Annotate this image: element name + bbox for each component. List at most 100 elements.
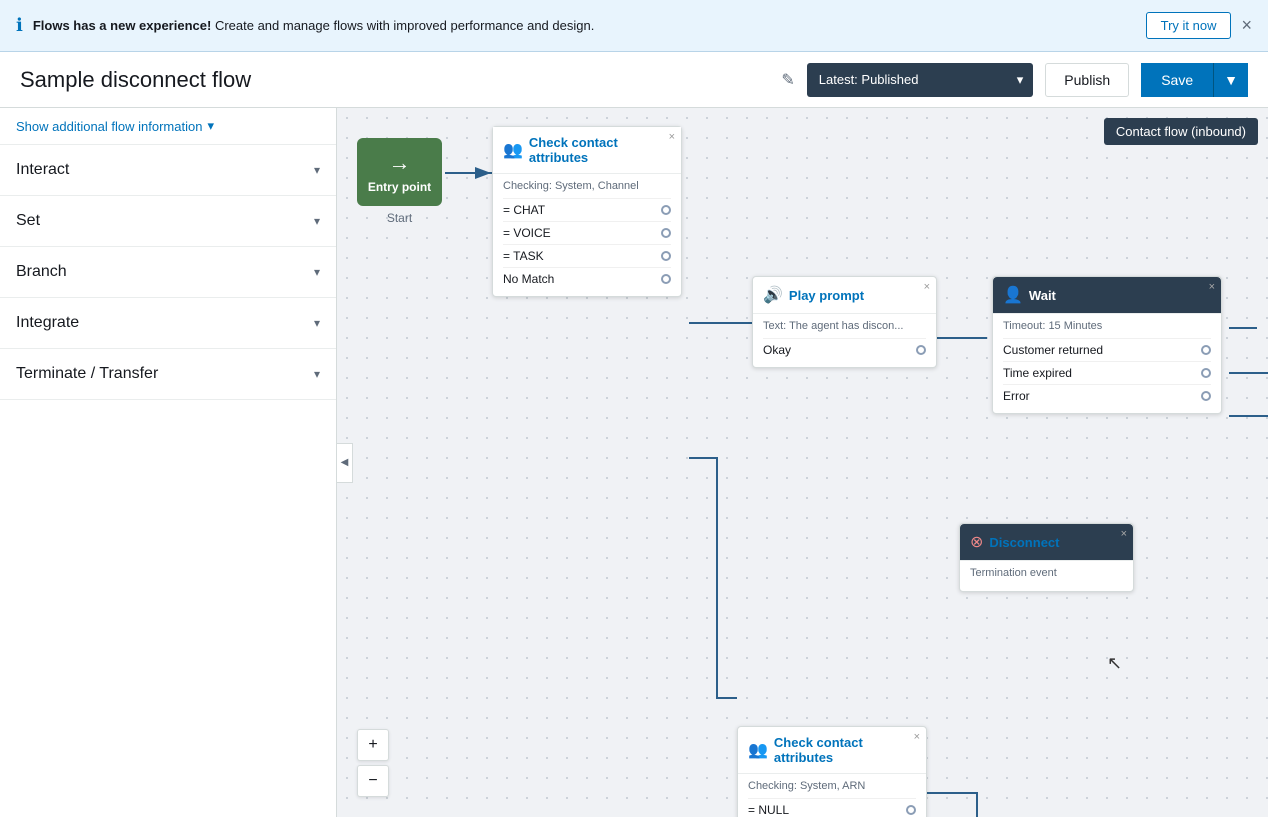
time-expired-connector: [1201, 368, 1211, 378]
integrate-chevron-icon: ▾: [314, 316, 320, 330]
disconnect-subtitle: Termination event: [970, 567, 1123, 579]
version-dropdown-arrow: ▾: [1007, 72, 1034, 88]
entry-point-node[interactable]: → Entry point Start: [357, 138, 442, 225]
publish-button[interactable]: Publish: [1045, 63, 1129, 97]
check-contact-chat-row: = CHAT: [503, 198, 671, 221]
sidebar-branch-label: Branch: [16, 263, 67, 281]
sidebar-integrate-header[interactable]: Integrate ▾: [0, 298, 336, 348]
sidebar-collapse-button[interactable]: ◀: [337, 443, 353, 483]
disconnect-node[interactable]: ⊗ Disconnect × Termination event: [959, 523, 1134, 592]
play-prompt-close[interactable]: ×: [924, 281, 930, 293]
voice-connector: [661, 228, 671, 238]
okay-connector: [916, 345, 926, 355]
save-button-group: Save ▼: [1141, 63, 1248, 97]
branch-chevron-icon: ▾: [314, 265, 320, 279]
customer-returned-connector: [1201, 345, 1211, 355]
sidebar-terminate-header[interactable]: Terminate / Transfer ▾: [0, 349, 336, 399]
sidebar-integrate-label: Integrate: [16, 314, 79, 332]
check-contact-2-node[interactable]: 👥 Check contact attributes × Checking: S…: [737, 726, 927, 817]
time-expired-label: Time expired: [1003, 366, 1072, 380]
task-label: = TASK: [503, 249, 544, 263]
zoom-in-button[interactable]: +: [357, 729, 389, 761]
sidebar-set-label: Set: [16, 212, 40, 230]
check-contact-1-subtitle: Checking: System, Channel: [503, 180, 671, 192]
terminate-chevron-icon: ▾: [314, 367, 320, 381]
check-contact-2-icon: 👥: [748, 740, 768, 760]
check-contact-voice-row: = VOICE: [503, 221, 671, 244]
okay-label: Okay: [763, 343, 791, 357]
contact-flow-label: Contact flow (inbound): [1104, 118, 1258, 145]
wait-close[interactable]: ×: [1209, 281, 1215, 293]
sidebar-section-set: Set ▾: [0, 196, 336, 247]
sidebar-terminate-label: Terminate / Transfer: [16, 365, 158, 383]
wait-subtitle: Timeout: 15 Minutes: [1003, 320, 1211, 332]
check-contact-1-icon: 👥: [503, 140, 523, 160]
disconnect-title: Disconnect: [989, 535, 1059, 550]
cursor-indicator: ↖: [1107, 653, 1122, 674]
play-prompt-okay-row: Okay: [763, 338, 926, 361]
wait-icon: 👤: [1003, 285, 1023, 305]
null-label: = NULL: [748, 803, 789, 817]
interact-chevron-icon: ▾: [314, 163, 320, 177]
disconnect-body: Termination event: [960, 561, 1133, 591]
play-prompt-subtitle: Text: The agent has discon...: [763, 320, 926, 332]
save-dropdown-button[interactable]: ▼: [1214, 63, 1248, 97]
banner-close-button[interactable]: ×: [1241, 15, 1252, 36]
edit-title-icon[interactable]: ✎: [781, 70, 794, 90]
page-title: Sample disconnect flow: [20, 67, 769, 93]
null-connector: [906, 805, 916, 815]
voice-label: = VOICE: [503, 226, 551, 240]
check-contact-2-title: Check contact attributes: [774, 735, 916, 765]
flow-connections-svg: [337, 108, 1268, 817]
error-connector: [1201, 391, 1211, 401]
sidebar-set-header[interactable]: Set ▾: [0, 196, 336, 246]
entry-start-label: Start: [357, 211, 442, 225]
wait-body: Timeout: 15 Minutes Customer returned Ti…: [993, 314, 1221, 413]
main-layout: Show additional flow information ▾ Inter…: [0, 108, 1268, 817]
try-it-now-button[interactable]: Try it now: [1146, 12, 1232, 39]
zoom-out-button[interactable]: −: [357, 765, 389, 797]
version-dropdown[interactable]: Latest: Published: [807, 66, 1007, 93]
chat-connector: [661, 205, 671, 215]
info-icon: ℹ: [16, 15, 23, 36]
customer-returned-label: Customer returned: [1003, 343, 1103, 357]
task-connector: [661, 251, 671, 261]
check-contact-1-close[interactable]: ×: [669, 131, 675, 143]
play-prompt-node[interactable]: 🔊 Play prompt × Text: The agent has disc…: [752, 276, 937, 368]
sidebar-section-terminate: Terminate / Transfer ▾: [0, 349, 336, 400]
check-contact-1-node[interactable]: 👥 Check contact attributes × Checking: S…: [492, 126, 682, 297]
sidebar-section-interact: Interact ▾: [0, 145, 336, 196]
no-match-label: No Match: [503, 272, 554, 286]
disconnect-icon: ⊗: [970, 532, 983, 552]
sidebar-info-section: Show additional flow information ▾: [0, 108, 336, 145]
banner-text: Flows has a new experience! Create and m…: [33, 18, 1136, 33]
show-info-button[interactable]: Show additional flow information ▾: [16, 118, 214, 134]
zoom-controls: + −: [357, 729, 389, 797]
entry-point-title: Entry point: [367, 180, 432, 194]
check-contact-nomatch-row: No Match: [503, 267, 671, 290]
play-prompt-body: Text: The agent has discon... Okay: [753, 314, 936, 367]
check-contact-2-body: Checking: System, ARN = NULL No Match: [738, 774, 926, 817]
save-button[interactable]: Save: [1141, 63, 1214, 97]
show-info-label: Show additional flow information: [16, 119, 202, 134]
check-contact-1-body: Checking: System, Channel = CHAT = VOICE…: [493, 174, 681, 296]
check-contact-2-close[interactable]: ×: [914, 731, 920, 743]
play-prompt-title: Play prompt: [789, 288, 864, 303]
wait-customer-returned-row: Customer returned: [1003, 338, 1211, 361]
disconnect-close[interactable]: ×: [1121, 528, 1127, 540]
wait-node[interactable]: 👤 Wait × Timeout: 15 Minutes Customer re…: [992, 276, 1222, 414]
check-2-null-row: = NULL: [748, 798, 916, 817]
sidebar-section-integrate: Integrate ▾: [0, 298, 336, 349]
sidebar-interact-header[interactable]: Interact ▾: [0, 145, 336, 195]
sidebar-branch-header[interactable]: Branch ▾: [0, 247, 336, 297]
check-contact-2-subtitle: Checking: System, ARN: [748, 780, 916, 792]
version-selector[interactable]: Latest: Published ▾: [807, 63, 1034, 97]
notification-banner: ℹ Flows has a new experience! Create and…: [0, 0, 1268, 52]
sidebar-interact-label: Interact: [16, 161, 69, 179]
wait-title: Wait: [1029, 288, 1056, 303]
nomatch-connector: [661, 274, 671, 284]
flow-canvas[interactable]: ◀ Contact flow (inbound): [337, 108, 1268, 817]
check-contact-1-title: Check contact attributes: [529, 135, 671, 165]
entry-point-icon: →: [367, 150, 432, 176]
page-header: Sample disconnect flow ✎ Latest: Publish…: [0, 52, 1268, 108]
